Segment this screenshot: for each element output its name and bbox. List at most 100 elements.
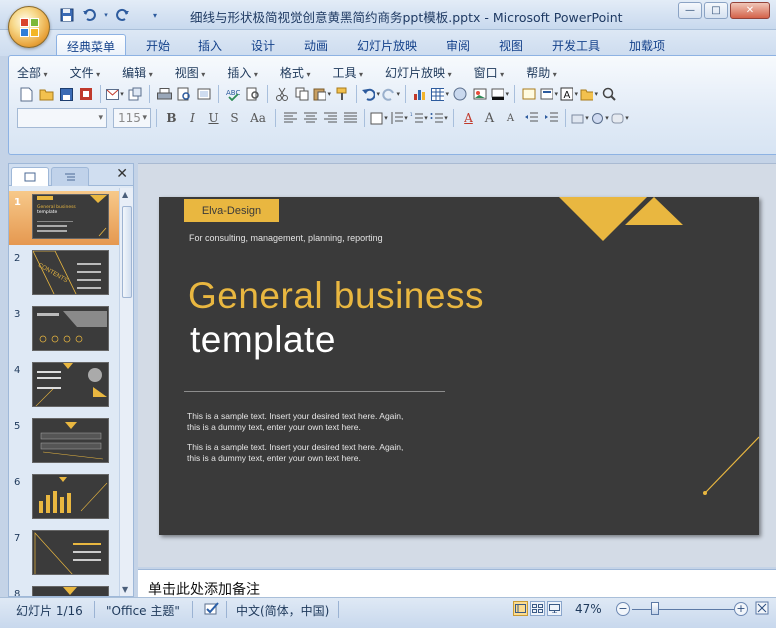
bullets-icon[interactable] (430, 109, 448, 127)
tab-outline[interactable] (51, 167, 89, 186)
shape-styles-icon[interactable] (571, 109, 589, 127)
save-icon[interactable] (57, 85, 75, 103)
tab-slides[interactable] (11, 167, 49, 186)
notes-pane[interactable]: 单击此处添加备注 (138, 569, 776, 598)
textbox-icon[interactable]: A (560, 85, 578, 103)
shape-effects-icon[interactable] (611, 109, 629, 127)
font-name-combo[interactable] (17, 108, 107, 128)
open-folder-icon[interactable] (37, 85, 55, 103)
tab-review[interactable]: 审阅 (438, 34, 478, 56)
insert-picture-icon[interactable] (471, 85, 489, 103)
zoom-search-icon[interactable] (600, 85, 618, 103)
theme-name[interactable]: "Office 主题" (106, 602, 180, 619)
new-file-icon[interactable] (17, 85, 35, 103)
slide-thumbnail-7[interactable]: 7 (9, 527, 119, 581)
slide-thumbnail-8[interactable]: 8 (9, 583, 119, 596)
menu-file[interactable]: 文件 (70, 64, 101, 81)
slide-thumbnail-5[interactable]: 5 (9, 415, 119, 469)
menu-help[interactable]: 帮助 (526, 64, 557, 81)
shadow-button[interactable]: S (225, 109, 244, 127)
fit-to-window-icon[interactable] (755, 601, 769, 618)
zoom-in-button[interactable]: + (734, 602, 748, 616)
insert-chart-icon[interactable] (411, 85, 429, 103)
page-setup-icon[interactable] (195, 85, 213, 103)
cut-icon[interactable] (273, 85, 291, 103)
slide-thumbnail-2[interactable]: 2 CONTENTS (9, 247, 119, 301)
slide-thumbnail-3[interactable]: 3 (9, 303, 119, 357)
insert-table-icon[interactable] (431, 85, 449, 103)
align-center-icon[interactable] (301, 109, 319, 127)
menu-slideshow[interactable]: 幻灯片放映 (385, 64, 452, 81)
research-icon[interactable] (244, 85, 262, 103)
fill-color-icon[interactable] (491, 85, 509, 103)
language-indicator[interactable]: 中文(简体，中国) (236, 602, 329, 619)
scroll-down-icon[interactable]: ▼ (122, 585, 128, 594)
increase-indent-icon[interactable] (542, 109, 560, 127)
menu-tools[interactable]: 工具 (332, 64, 363, 81)
new-slide-icon[interactable] (520, 85, 538, 103)
print-preview-icon[interactable] (175, 85, 193, 103)
close-panel-icon[interactable]: ✕ (116, 166, 128, 182)
slide-thumbnail-1[interactable]: 1 General business template (9, 191, 119, 245)
tab-insert[interactable]: 插入 (190, 34, 230, 56)
spelling-icon[interactable]: ABC (224, 85, 242, 103)
permission-icon[interactable] (77, 85, 95, 103)
format-painter-icon[interactable] (333, 85, 351, 103)
tab-developer[interactable]: 开发工具 (545, 34, 607, 56)
spell-check-icon[interactable] (204, 601, 220, 619)
close-button[interactable]: ✕ (730, 2, 770, 19)
slideshow-view-icon[interactable] (547, 601, 562, 616)
menu-view[interactable]: 视图 (175, 64, 206, 81)
minimize-button[interactable]: — (678, 2, 702, 19)
customize-qat-icon[interactable]: ▾ (146, 7, 164, 23)
folder-icon[interactable] (580, 85, 598, 103)
menu-all[interactable]: 全部 (17, 64, 48, 81)
menu-edit[interactable]: 编辑 (122, 64, 153, 81)
menu-insert[interactable]: 插入 (227, 64, 258, 81)
slide-sorter-view-icon[interactable] (530, 601, 545, 616)
tab-classic-menu[interactable]: 经典菜单 (56, 34, 126, 56)
justify-icon[interactable] (341, 109, 359, 127)
thumbnails-scrollbar[interactable]: ▲ ▼ (119, 188, 133, 596)
undo-icon[interactable] (362, 85, 380, 103)
zoom-level[interactable]: 47% (575, 602, 602, 616)
change-case-button[interactable]: Aa (246, 109, 270, 127)
insert-clipart-icon[interactable] (451, 85, 469, 103)
tab-slideshow[interactable]: 幻灯片放映 (350, 34, 424, 56)
scroll-up-icon[interactable]: ▲ (122, 190, 128, 199)
font-size-combo[interactable]: 115 (113, 108, 151, 128)
current-slide[interactable]: Elva-Design For consulting, management, … (159, 197, 759, 535)
tab-view[interactable]: 视图 (491, 34, 531, 56)
menu-format[interactable]: 格式 (280, 64, 311, 81)
copy-icon[interactable] (293, 85, 311, 103)
shrink-font-button[interactable]: A (501, 109, 520, 127)
menu-window[interactable]: 窗口 (474, 64, 505, 81)
font-color-button[interactable]: A (459, 109, 478, 127)
scrollbar-thumb[interactable] (122, 206, 132, 298)
tab-addins[interactable]: 加载项 (622, 34, 672, 56)
align-right-icon[interactable] (321, 109, 339, 127)
undo-icon[interactable] (80, 7, 98, 23)
zoom-slider-track[interactable] (632, 609, 734, 610)
tab-animation[interactable]: 动画 (296, 34, 336, 56)
redo-icon[interactable] (114, 7, 132, 23)
normal-view-icon[interactable] (513, 601, 528, 616)
underline-button[interactable]: U (204, 109, 223, 127)
decrease-indent-icon[interactable] (522, 109, 540, 127)
align-left-icon[interactable] (281, 109, 299, 127)
publish-icon[interactable] (126, 85, 144, 103)
zoom-out-button[interactable]: − (616, 602, 630, 616)
tab-home[interactable]: 开始 (138, 34, 178, 56)
grow-font-button[interactable]: A (480, 109, 499, 127)
undo-dropdown-icon[interactable]: ▾ (102, 7, 110, 23)
maximize-button[interactable]: □ (704, 2, 728, 19)
bold-button[interactable]: B (162, 109, 181, 127)
text-direction-icon[interactable] (370, 109, 388, 127)
print-icon[interactable] (155, 85, 173, 103)
slide-thumbnail-4[interactable]: 4 (9, 359, 119, 413)
italic-button[interactable]: I (183, 109, 202, 127)
save-icon[interactable] (58, 7, 76, 23)
tab-design[interactable]: 设计 (243, 34, 283, 56)
email-icon[interactable] (106, 85, 124, 103)
layout-icon[interactable] (540, 85, 558, 103)
